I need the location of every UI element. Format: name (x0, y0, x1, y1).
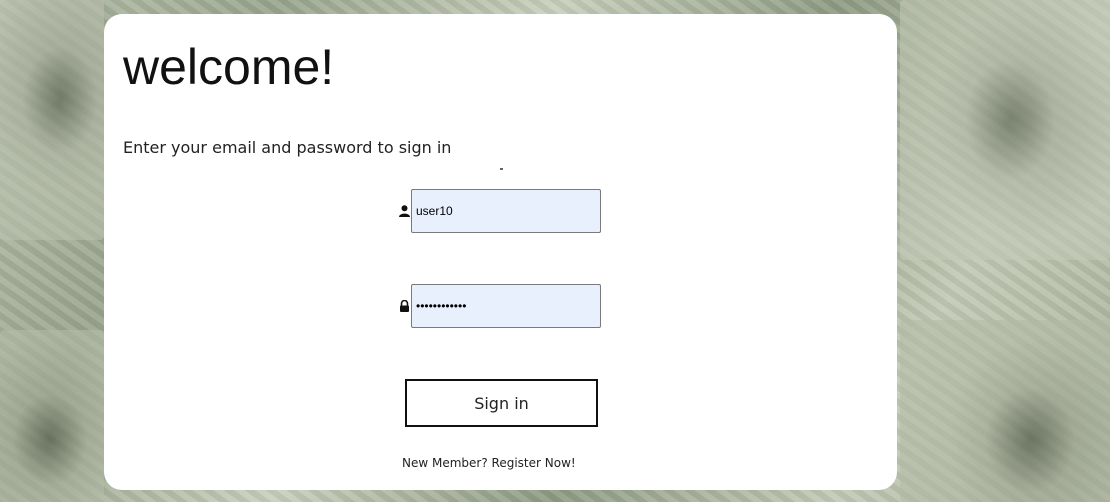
banknote-portrait-decoration (900, 0, 1110, 260)
user-icon (399, 205, 410, 217)
banknote-portrait-decoration (900, 320, 1110, 502)
password-row (399, 284, 601, 328)
register-link[interactable]: New Member? Register Now! (402, 456, 576, 470)
login-card: welcome! Enter your email and password t… (104, 14, 897, 490)
banknote-portrait-decoration (0, 0, 104, 240)
page-title: welcome! (123, 39, 335, 95)
banknote-portrait-decoration (0, 330, 104, 502)
page-subtitle: Enter your email and password to sign in (123, 138, 452, 157)
lock-icon (399, 300, 410, 312)
password-input[interactable] (411, 284, 601, 328)
sign-in-button[interactable]: Sign in (405, 379, 598, 427)
username-row (399, 189, 601, 233)
stray-mark (500, 168, 503, 170)
username-input[interactable] (411, 189, 601, 233)
